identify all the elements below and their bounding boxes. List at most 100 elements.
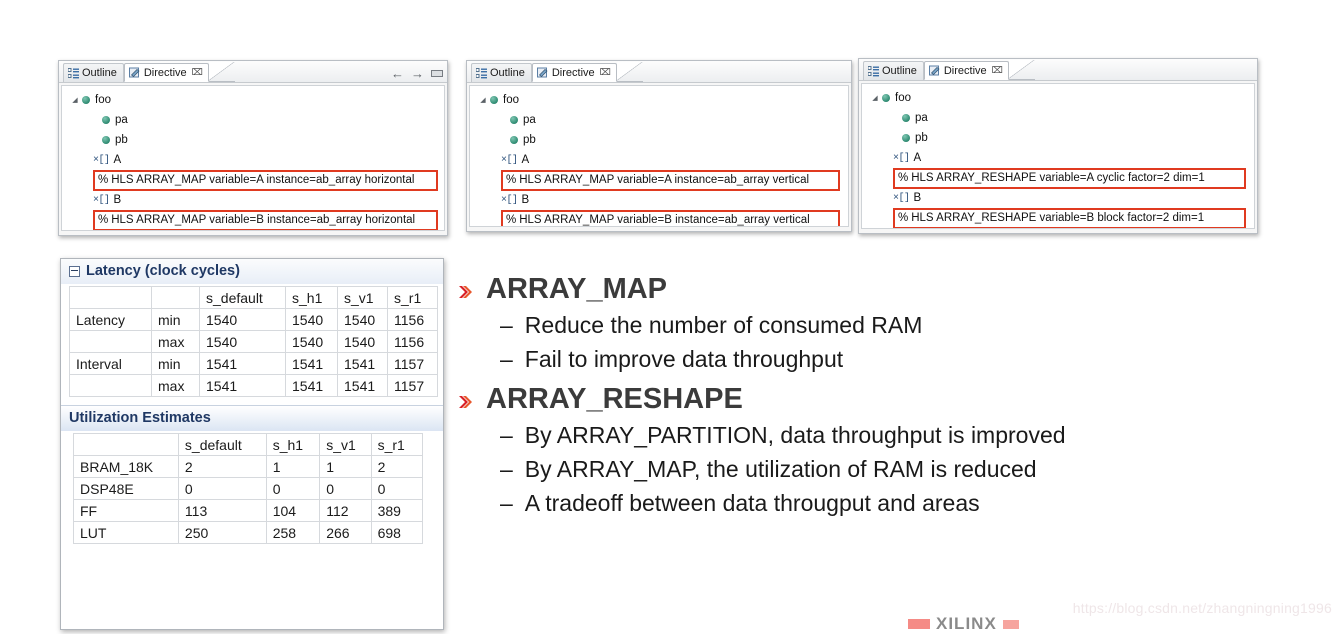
table-row: FF 113 104 112 389 xyxy=(73,499,424,522)
tree-item-foo[interactable]: ◢ foo xyxy=(62,90,444,110)
close-icon[interactable]: ⌧ xyxy=(191,67,202,78)
table-row: LUT 250 258 266 698 xyxy=(73,521,424,544)
directive-b-row[interactable]: % HLS ARRAY_MAP variable=B instance=ab_ar… xyxy=(93,209,438,230)
tab-outline[interactable]: Outline xyxy=(863,61,924,80)
bullet-item: – Fail to improve data throughput xyxy=(500,344,1318,374)
tree-item-label: foo xyxy=(503,94,519,106)
tree-item-directive-a[interactable]: % HLS ARRAY_MAP variable=A instance=ab_ar… xyxy=(470,169,848,191)
row-subtype: max xyxy=(151,330,200,353)
chevron-right-icon xyxy=(458,284,474,300)
tree-item-foo[interactable]: ◢ foo xyxy=(862,88,1254,108)
expand-twisty-icon[interactable]: ◢ xyxy=(476,96,490,104)
tree-root: ◢ foo pa pb ×[] A % HLS ARRAY_RESHAPE var… xyxy=(862,84,1254,228)
tree-item-pa[interactable]: pa xyxy=(62,110,444,130)
latency-table: s_default s_h1 s_v1 s_r1 Latency min 154… xyxy=(69,286,438,397)
directive-a-row[interactable]: % HLS ARRAY_RESHAPE variable=A cyclic fac… xyxy=(893,167,1246,189)
cell-s-default: 113 xyxy=(177,499,267,522)
cell-s-r1: 1157 xyxy=(387,352,438,375)
tree-item-array-a[interactable]: ×[] A xyxy=(862,148,1254,168)
cell-s-default: 0 xyxy=(177,477,267,500)
col-s-v1: s_v1 xyxy=(337,286,388,309)
expand-twisty-icon[interactable]: ◢ xyxy=(68,96,82,104)
close-icon[interactable]: ⌧ xyxy=(991,65,1002,76)
utilization-section-header[interactable]: Utilization Estimates xyxy=(61,405,443,431)
back-arrow-icon[interactable]: ← xyxy=(391,67,404,80)
tab-outline-label: Outline xyxy=(490,67,525,79)
minimize-icon[interactable] xyxy=(431,69,443,77)
tree-item-pb[interactable]: pb xyxy=(62,130,444,150)
green-dot-icon xyxy=(902,134,910,142)
col-s-default: s_default xyxy=(199,286,286,309)
cell-s-v1: 1541 xyxy=(337,374,388,397)
tree-item-array-a[interactable]: ×[] A xyxy=(62,150,444,170)
tab-outline[interactable]: Outline xyxy=(63,63,124,82)
directive-b-row[interactable]: % HLS ARRAY_MAP variable=B instance=ab_ar… xyxy=(501,209,840,226)
row-subtype: max xyxy=(151,374,200,397)
cell-s-h1: 1541 xyxy=(285,352,338,375)
directive-b-text: HLS ARRAY_MAP variable=B instance=ab_arr… xyxy=(111,213,416,226)
array-icon: ×[] xyxy=(501,194,518,206)
close-icon[interactable]: ⌧ xyxy=(599,67,610,78)
bullet-heading-array-reshape: ARRAY_RESHAPE xyxy=(458,382,1318,416)
panel-tabbar: Outline Directive ⌧ xyxy=(467,61,851,83)
directive-a-row[interactable]: % HLS ARRAY_MAP variable=A instance=ab_ar… xyxy=(501,169,840,191)
xilinx-logo: XILINX xyxy=(908,614,1019,634)
tree-item-label: pa xyxy=(915,112,928,124)
tree-item-array-b[interactable]: ×[] B xyxy=(470,190,848,210)
tree-item-label: A xyxy=(113,154,122,166)
expand-twisty-icon[interactable]: ◢ xyxy=(868,94,882,102)
tab-directive[interactable]: Directive ⌧ xyxy=(531,63,618,82)
tree-item-array-b[interactable]: ×[] B xyxy=(62,190,444,210)
xilinx-logo-text: XILINX xyxy=(936,614,997,633)
tree-item-pa[interactable]: pa xyxy=(862,108,1254,128)
tree-item-directive-b[interactable]: % HLS ARRAY_MAP variable=B instance=ab_ar… xyxy=(62,209,444,230)
tree-item-pa[interactable]: pa xyxy=(470,110,848,130)
latency-section-header[interactable]: Latency (clock cycles) xyxy=(61,259,443,284)
forward-arrow-icon[interactable]: → xyxy=(411,67,424,80)
directive-a-text: HLS ARRAY_MAP variable=A instance=ab_arr… xyxy=(111,173,415,186)
tree-item-pb[interactable]: pb xyxy=(470,130,848,150)
panel-toolbar: ← → xyxy=(391,67,443,80)
tree-item-pb[interactable]: pb xyxy=(862,128,1254,148)
bullet-item: – By ARRAY_MAP, the utilization of RAM i… xyxy=(500,454,1318,484)
dash-icon: – xyxy=(500,422,513,448)
cell-s-v1: 1541 xyxy=(337,352,388,375)
cell-s-r1: 2 xyxy=(370,455,424,478)
col-s-default: s_default xyxy=(177,433,267,456)
tab-directive-label: Directive xyxy=(943,64,987,77)
directive-a-text: HLS ARRAY_MAP variable=A instance=ab_arr… xyxy=(519,173,810,186)
directive-b-row[interactable]: % HLS ARRAY_RESHAPE variable=B block fact… xyxy=(893,207,1246,228)
directive-panel-horizontal: Outline Directive ⌧ ← → ◢ foo pa pb ×[] … xyxy=(58,60,448,236)
tab-directive[interactable]: Directive ⌧ xyxy=(123,63,210,82)
percent-symbol: % xyxy=(98,173,109,186)
tree-item-array-b[interactable]: ×[] B xyxy=(862,188,1254,208)
tree-item-directive-b[interactable]: % HLS ARRAY_RESHAPE variable=B block fact… xyxy=(862,207,1254,228)
collapse-icon[interactable] xyxy=(69,265,80,277)
tree-item-array-a[interactable]: ×[] A xyxy=(470,150,848,170)
tab-directive-label: Directive xyxy=(551,66,595,79)
dash-icon: – xyxy=(500,490,513,516)
watermark: https://blog.csdn.net/zhangningning1996 xyxy=(1072,600,1332,616)
green-dot-icon xyxy=(510,136,518,144)
col-s-h1: s_h1 xyxy=(285,286,338,309)
table-row: Interval min 1541 1541 1541 1157 xyxy=(69,352,438,375)
tree-item-foo[interactable]: ◢ foo xyxy=(470,90,848,110)
percent-symbol: % xyxy=(898,211,909,224)
dash-icon: – xyxy=(500,346,513,372)
tab-directive[interactable]: Directive ⌧ xyxy=(923,61,1010,80)
utilization-title: Utilization Estimates xyxy=(69,410,211,426)
directive-b-text: HLS ARRAY_RESHAPE variable=B block facto… xyxy=(911,211,1205,224)
tab-outline[interactable]: Outline xyxy=(471,63,532,82)
table-row: max 1541 1541 1541 1157 xyxy=(69,374,438,397)
directive-a-row[interactable]: % HLS ARRAY_MAP variable=A instance=ab_ar… xyxy=(93,169,438,191)
tree-item-directive-b[interactable]: % HLS ARRAY_MAP variable=B instance=ab_ar… xyxy=(470,209,848,226)
bullet-content: ARRAY_MAP – Reduce the number of consume… xyxy=(458,272,1318,522)
directive-tree-vertical: ◢ foo pa pb ×[] A % HLS ARRAY_MAP variabl… xyxy=(469,85,849,227)
col-s-v1: s_v1 xyxy=(319,433,372,456)
cell-s-default: 1540 xyxy=(199,330,286,353)
array-icon: ×[] xyxy=(93,194,110,206)
tree-item-directive-a[interactable]: % HLS ARRAY_MAP variable=A instance=ab_ar… xyxy=(62,169,444,191)
tree-item-directive-a[interactable]: % HLS ARRAY_RESHAPE variable=A cyclic fac… xyxy=(862,167,1254,189)
tree-item-label: B xyxy=(521,194,530,206)
row-label: LUT xyxy=(73,521,179,544)
